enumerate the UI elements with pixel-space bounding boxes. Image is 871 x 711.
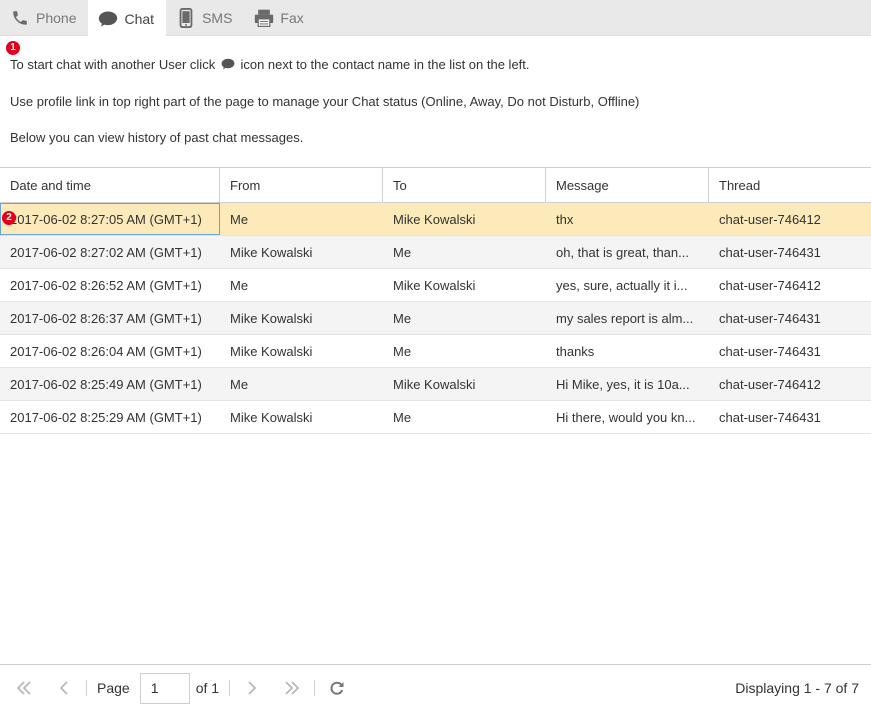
refresh-icon [330, 681, 344, 695]
column-header-to[interactable]: To [383, 168, 546, 202]
tab-bar: Phone Chat SMS Fax [0, 0, 871, 37]
tab-chat[interactable]: Chat [88, 0, 167, 37]
cell-to: Mike Kowalski [393, 376, 476, 392]
fax-icon [254, 8, 274, 28]
info-line-3: Below you can view history of past chat … [10, 130, 304, 145]
cell-from: Me [230, 277, 249, 293]
cell-message: oh, that is great, than... [556, 244, 689, 260]
info-line-2: Use profile link in top right part of th… [10, 94, 640, 109]
phone-icon [10, 8, 30, 28]
table-row[interactable]: 2017-06-02 8:25:29 AM (GMT+1) Mike Kowal… [0, 401, 871, 434]
page-number-input[interactable] [139, 672, 190, 704]
chevron-right-icon [248, 681, 257, 695]
cell-to: Me [393, 343, 412, 359]
toolbar-separator [314, 680, 316, 696]
tab-label: Phone [36, 10, 77, 26]
last-page-button[interactable] [280, 676, 304, 700]
cell-thread: chat-user-746412 [719, 277, 821, 293]
column-header-message[interactable]: Message [546, 168, 709, 202]
grid-header: Date and time From To Message Thread [0, 167, 871, 203]
toolbar-separator [229, 680, 231, 696]
tab-fax[interactable]: Fax [244, 0, 315, 36]
chat-info: To start chat with another User click ic… [10, 40, 860, 146]
displaying-count: Displaying 1 - 7 of 7 [735, 680, 859, 696]
page-count-label: of 1 [195, 680, 220, 696]
cell-from: Me [230, 376, 249, 392]
tab-label: Chat [124, 10, 155, 27]
double-chevron-right-icon [285, 681, 300, 695]
cell-from: Mike Kowalski [230, 310, 313, 326]
column-header-from[interactable]: From [220, 168, 383, 202]
cell-date: 2017-06-02 8:25:49 AM (GMT+1) [10, 376, 202, 392]
cell-date: 2017-06-02 8:25:29 AM (GMT+1) [10, 409, 202, 425]
cell-thread: chat-user-746431 [719, 343, 821, 359]
cell-date: 2017-06-02 8:26:37 AM (GMT+1) [10, 310, 202, 326]
table-row[interactable]: 2017-06-02 8:27:02 AM (GMT+1) Mike Kowal… [0, 236, 871, 269]
cell-thread: chat-user-746412 [719, 376, 821, 392]
chat-history-grid: Date and time From To Message Thread 201… [0, 167, 871, 434]
cell-from: Me [230, 211, 249, 227]
cell-to: Mike Kowalski [393, 211, 476, 227]
cell-from: Mike Kowalski [230, 244, 313, 260]
table-row[interactable]: 2017-06-02 8:27:05 AM (GMT+1) Me Mike Ko… [0, 203, 871, 236]
info-line-1: To start chat with another User click ic… [10, 57, 530, 74]
cell-message: my sales report is alm... [556, 310, 694, 326]
table-row[interactable]: 2017-06-02 8:26:37 AM (GMT+1) Mike Kowal… [0, 302, 871, 335]
column-header-thread[interactable]: Thread [709, 168, 871, 202]
tab-label: SMS [202, 10, 233, 26]
table-row[interactable]: 2017-06-02 8:26:04 AM (GMT+1) Mike Kowal… [0, 335, 871, 368]
toolbar-separator [86, 680, 87, 696]
cell-thread: chat-user-746431 [719, 310, 821, 326]
paging-toolbar: Page of 1 Displaying 1 - 7 of 7 [0, 664, 871, 711]
cell-date: 2017-06-02 8:26:04 AM (GMT+1) [10, 343, 202, 359]
tab-label: Fax [280, 10, 304, 26]
table-row[interactable]: 2017-06-02 8:26:52 AM (GMT+1) Me Mike Ko… [0, 269, 871, 302]
double-chevron-left-icon [16, 681, 31, 695]
next-page-button[interactable] [240, 676, 264, 700]
cell-message: Hi there, would you kn... [556, 409, 696, 425]
chevron-left-icon [59, 681, 68, 695]
cell-to: Me [393, 409, 412, 425]
cell-thread: chat-user-746431 [719, 244, 821, 260]
cell-to: Mike Kowalski [393, 277, 476, 293]
table-row[interactable]: 2017-06-02 8:25:49 AM (GMT+1) Me Mike Ko… [0, 368, 871, 401]
cell-date: 2017-06-02 8:27:02 AM (GMT+1) [10, 244, 202, 260]
first-page-button[interactable] [12, 676, 36, 700]
cell-message: Hi Mike, yes, it is 10a... [556, 376, 690, 392]
refresh-button[interactable] [325, 676, 349, 700]
mobile-phone-icon [176, 8, 196, 28]
prev-page-button[interactable] [52, 676, 76, 700]
cell-to: Me [393, 310, 412, 326]
chat-bubble-icon [98, 9, 118, 29]
cell-date: 2017-06-02 8:26:52 AM (GMT+1) [10, 277, 202, 293]
page-label: Page [97, 680, 130, 696]
cell-from: Mike Kowalski [230, 409, 313, 425]
step-badge-2: 2 [2, 211, 16, 225]
cell-to: Me [393, 244, 412, 260]
cell-message: thx [556, 211, 574, 227]
tab-phone[interactable]: Phone [0, 0, 88, 36]
cell-message: yes, sure, actually it i... [556, 277, 688, 293]
cell-thread: chat-user-746412 [719, 211, 821, 227]
cell-message: thanks [556, 343, 595, 359]
tab-sms[interactable]: SMS [166, 0, 244, 36]
cell-date: 2017-06-02 8:27:05 AM (GMT+1) [0, 203, 220, 235]
chat-bubble-icon [221, 58, 235, 74]
cell-thread: chat-user-746431 [719, 409, 821, 425]
cell-from: Mike Kowalski [230, 343, 313, 359]
column-header-date[interactable]: Date and time [0, 168, 220, 202]
